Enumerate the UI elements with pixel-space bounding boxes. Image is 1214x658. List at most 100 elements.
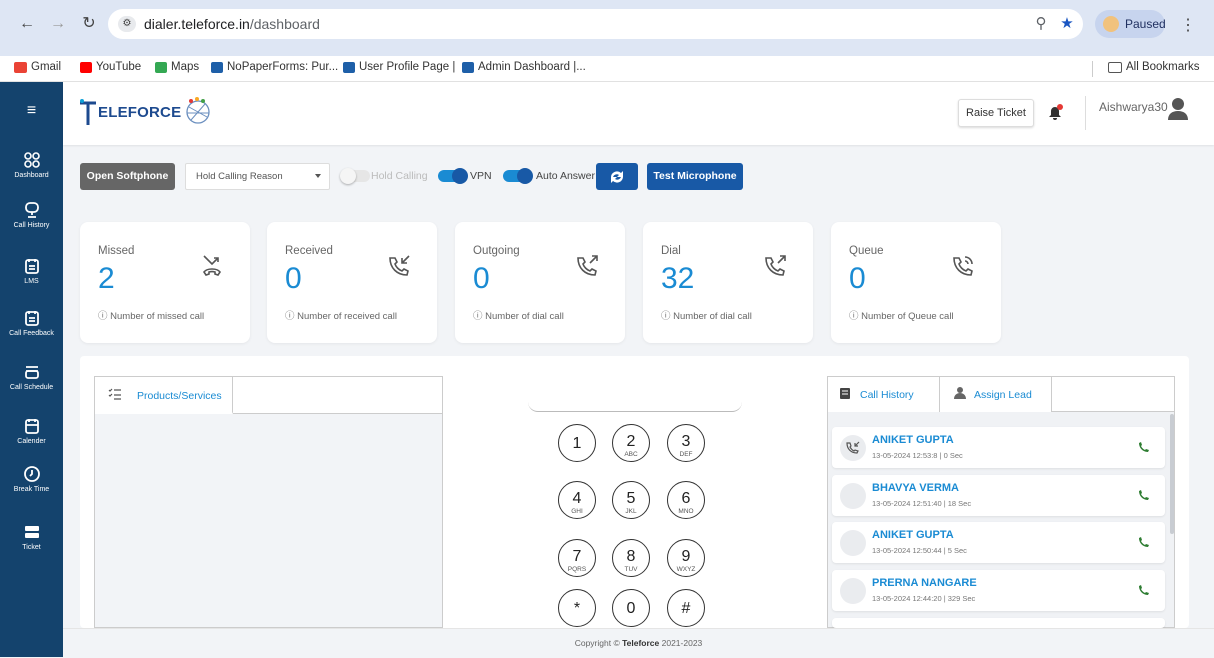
calendar-icon <box>0 416 63 436</box>
call-history-row[interactable] <box>832 618 1165 628</box>
teleforce-logo[interactable]: ELEFORCE <box>78 90 215 134</box>
sidebar: ≡ Dashboard Call History LMS Call Feedba… <box>0 82 63 657</box>
hamburger-menu-icon[interactable]: ≡ <box>0 102 63 120</box>
dialpad-key[interactable]: 6 MNO <box>667 481 705 519</box>
stat-note: ⓘ Number of Queue call <box>849 311 954 322</box>
contact-name: BHAVYA VERMA <box>872 482 959 494</box>
sidebar-item-label: Calender <box>17 438 46 445</box>
dialpad-key-digit: 1 <box>572 435 582 452</box>
profile-button[interactable]: Paused <box>1095 10 1166 38</box>
tab-call-history[interactable]: Call History <box>828 377 940 412</box>
call-meta: 13-05-2024 12:50:44 | 5 Sec <box>872 546 967 555</box>
tab-products-services[interactable]: Products/Services <box>95 377 233 414</box>
browser-menu-icon[interactable]: ⋮ <box>1180 15 1196 35</box>
all-bookmarks[interactable]: All Bookmarks <box>1108 61 1200 73</box>
book-icon <box>840 388 850 399</box>
test-microphone-button[interactable]: Test Microphone <box>647 163 743 190</box>
received-call-icon <box>389 255 410 276</box>
dialpad-key[interactable]: 8 TUV <box>612 539 650 577</box>
vpn-toggle[interactable] <box>438 168 468 184</box>
scrollbar[interactable] <box>1170 414 1174 534</box>
sidebar-item-label: Call History <box>13 222 50 229</box>
bookmark-admin-dashboard[interactable]: Admin Dashboard |... <box>462 61 586 73</box>
dialpad-display[interactable] <box>528 384 742 412</box>
dialpad-key-letters: GHI <box>571 508 583 515</box>
dialpad-key[interactable]: 7 PQRS <box>558 539 596 577</box>
bookmarks-bar: Gmail YouTube Maps NoPaperForms: Pur... … <box>0 56 1214 82</box>
dialpad-key-letters: TUV <box>624 566 638 573</box>
open-softphone-button[interactable]: Open Softphone <box>80 163 175 190</box>
dialpad-key[interactable]: 5 JKL <box>612 481 650 519</box>
contact-avatar <box>840 578 866 604</box>
bookmark-gmail[interactable]: Gmail <box>14 61 61 73</box>
stat-card-queue: Queue 0 ⓘ Number of Queue call <box>831 222 1001 343</box>
call-history-row[interactable]: PRERNA NANGARE 13-05-2024 12:44:20 | 329 … <box>832 570 1165 611</box>
bookmark-star-icon[interactable]: ★ <box>1058 15 1076 33</box>
bookmarks-divider <box>1092 61 1093 77</box>
auto-answer-toggle[interactable] <box>503 168 533 184</box>
reload-icon[interactable]: ↻ <box>80 15 98 33</box>
stat-title: Outgoing <box>473 245 520 257</box>
sidebar-item-lms[interactable]: LMS <box>0 256 63 285</box>
refresh-button[interactable] <box>596 163 638 190</box>
username[interactable]: Aishwarya30 <box>1099 100 1168 114</box>
phone-icon[interactable] <box>1137 490 1149 502</box>
bookmark-user-profile[interactable]: User Profile Page | <box>343 61 455 73</box>
dialpad-key[interactable]: 3 DEF <box>667 424 705 462</box>
bookmark-youtube[interactable]: YouTube <box>80 61 141 73</box>
site-info-icon[interactable]: ⚙ <box>118 16 136 32</box>
user-avatar-icon[interactable] <box>1167 97 1189 121</box>
hold-calling-reason-select[interactable]: Hold Calling Reason <box>185 163 330 190</box>
call-feedback-icon <box>0 308 63 328</box>
dialpad-key[interactable]: 2 ABC <box>612 424 650 462</box>
dialpad-key-digit: * <box>573 600 581 617</box>
youtube-icon <box>80 61 92 73</box>
maps-icon <box>155 61 167 73</box>
dialpad-key[interactable]: # <box>667 589 705 627</box>
bookmark-maps[interactable]: Maps <box>155 61 199 73</box>
phone-icon[interactable] <box>1137 537 1149 549</box>
sidebar-item-calender[interactable]: Calender <box>0 416 63 445</box>
dialpad-key[interactable]: 9 WXYZ <box>667 539 705 577</box>
stat-card-missed: Missed 2 ⓘ Number of missed call <box>80 222 250 343</box>
sidebar-item-call-schedule[interactable]: Call Schedule <box>0 362 63 391</box>
contact-avatar <box>840 435 866 461</box>
dialpad-key-letters: MNO <box>678 508 694 515</box>
raise-ticket-button[interactable]: Raise Ticket <box>958 99 1034 127</box>
call-history-row[interactable]: BHAVYA VERMA 13-05-2024 12:51:40 | 18 Sec <box>832 475 1165 516</box>
sidebar-item-label: Dashboard <box>14 172 49 179</box>
tab-assign-lead[interactable]: Assign Lead <box>940 377 1052 412</box>
zoom-icon[interactable]: ⚲ <box>1032 15 1050 33</box>
forward-arrow-icon[interactable]: → <box>49 15 67 33</box>
call-history-row[interactable]: ANIKET GUPTA 13-05-2024 12:50:44 | 5 Sec <box>832 522 1165 563</box>
sidebar-item-call-feedback[interactable]: Call Feedback <box>0 308 63 337</box>
dialpad-key[interactable]: 0 <box>612 589 650 627</box>
dialpad-key[interactable]: 1 <box>558 424 596 462</box>
sidebar-item-break-time[interactable]: Break Time <box>0 464 63 493</box>
products-header: Products/Services <box>95 377 442 414</box>
sidebar-item-ticket[interactable]: Ticket <box>0 522 63 551</box>
phone-icon[interactable] <box>1137 585 1149 597</box>
tab-label: Products/Services <box>137 390 222 402</box>
call-history-row[interactable]: ANIKET GUPTA 13-05-2024 12:53:8 | 0 Sec <box>832 427 1165 468</box>
dialpad-key[interactable]: * <box>558 589 596 627</box>
dialpad-key-digit: 0 <box>626 600 636 617</box>
stat-title: Received <box>285 245 333 257</box>
missed-call-icon <box>203 255 221 276</box>
stat-note: ⓘ Number of dial call <box>661 311 752 322</box>
phone-icon[interactable] <box>1137 442 1149 454</box>
vpn-label: VPN <box>470 170 492 182</box>
sidebar-item-dashboard[interactable]: Dashboard <box>0 150 63 179</box>
sidebar-item-call-history[interactable]: Call History <box>0 200 63 229</box>
sidebar-item-label: LMS <box>24 278 39 285</box>
contact-avatar <box>840 530 866 556</box>
dialpad-key[interactable]: 4 GHI <box>558 481 596 519</box>
stat-value: 0 <box>473 262 490 295</box>
toggle-knob <box>340 168 356 184</box>
address-bar[interactable]: ⚙ dialer.teleforce.in/dashboard ⚲ ★ <box>108 9 1083 39</box>
call-history-tabs: Call History Assign Lead <box>828 377 1174 412</box>
back-arrow-icon[interactable]: ← <box>18 15 36 33</box>
footer-years: 2021-2023 <box>659 638 703 648</box>
hold-calling-toggle[interactable] <box>340 168 370 184</box>
bookmark-nopaperforms[interactable]: NoPaperForms: Pur... <box>211 61 338 73</box>
